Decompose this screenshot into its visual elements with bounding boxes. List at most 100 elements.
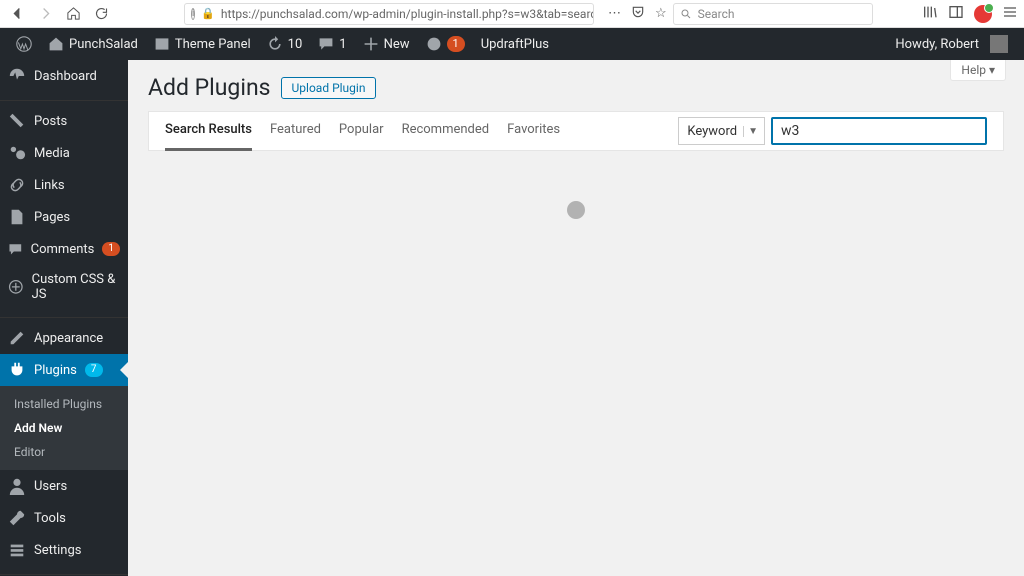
- plus-icon: [363, 36, 379, 52]
- sidebar-item-media[interactable]: Media: [0, 137, 128, 169]
- site-name[interactable]: PunchSalad: [40, 28, 146, 60]
- sidebar-item-label: Plugins: [34, 363, 77, 378]
- search-placeholder: Search: [698, 7, 735, 21]
- menu-separator: [0, 313, 128, 318]
- sidebar-item-label: Comments: [31, 242, 95, 257]
- sidebar-item-custom-css-js[interactable]: Custom CSS & JS: [0, 265, 128, 309]
- users-icon: [8, 477, 26, 495]
- reload-button[interactable]: [90, 3, 112, 25]
- avatar: [990, 35, 1008, 53]
- sidebar-item-comments[interactable]: Comments 1: [0, 233, 128, 265]
- sidebar-item-label: Links: [34, 178, 65, 193]
- sidebar-item-links[interactable]: Links: [0, 169, 128, 201]
- loading-spinner: [567, 201, 585, 219]
- sidebar-item-label: Custom CSS & JS: [32, 272, 120, 302]
- sidebar-item-label: Dashboard: [34, 69, 97, 84]
- pages-icon: [8, 208, 26, 226]
- forward-button[interactable]: [34, 3, 56, 25]
- sidebar-item-pages[interactable]: Pages: [0, 201, 128, 233]
- sidebar-item-dashboard[interactable]: Dashboard: [0, 60, 128, 92]
- comments[interactable]: 1: [310, 28, 354, 60]
- admin-sidebar: Dashboard Posts Media Links Pages Comments 1 Cu…: [0, 60, 128, 576]
- sidebar-item-tools[interactable]: Tools: [0, 502, 128, 534]
- sidebar-item-label: Appearance: [34, 331, 103, 346]
- new-content[interactable]: New: [355, 28, 418, 60]
- sidebar-icon[interactable]: [948, 4, 964, 24]
- posts-icon: [8, 112, 26, 130]
- back-button[interactable]: [6, 3, 28, 25]
- sidebar-item-label: Pages: [34, 210, 70, 225]
- tab-recommended[interactable]: Recommended: [402, 111, 490, 151]
- sidebar-badge: 7: [85, 363, 103, 377]
- updraft-label-item[interactable]: UpdraftPlus: [473, 28, 557, 60]
- submenu-item-editor[interactable]: Editor: [0, 440, 128, 464]
- howdy-text: Howdy, Robert: [895, 37, 979, 52]
- sidebar-item-posts[interactable]: Posts: [0, 105, 128, 137]
- menu-separator: [0, 96, 128, 101]
- menu-icon[interactable]: [1002, 4, 1018, 24]
- sidebar-item-users[interactable]: Users: [0, 470, 128, 502]
- info-icon: i: [191, 8, 195, 20]
- wp-admin-bar: PunchSalad Theme Panel 10 1 New 1 Updraf…: [0, 28, 1024, 60]
- sidebar-item-label: Tools: [34, 511, 66, 526]
- search-icon: [680, 8, 692, 20]
- search-type-select[interactable]: Keyword ▼: [678, 117, 765, 145]
- updraft-badge: 1: [447, 36, 465, 52]
- links-icon: [8, 176, 26, 194]
- page-title: Add Plugins: [148, 74, 271, 101]
- tools-icon: [8, 509, 26, 527]
- new-label: New: [384, 37, 410, 52]
- comments-count: 1: [339, 37, 346, 52]
- tab-featured[interactable]: Featured: [270, 111, 321, 151]
- tab-popular[interactable]: Popular: [339, 111, 384, 151]
- updraft[interactable]: 1: [418, 28, 473, 60]
- browser-toolbar: i 🔒 https://punchsalad.com/wp-admin/plug…: [0, 0, 1024, 28]
- tab-search-results[interactable]: Search Results: [165, 111, 252, 151]
- sidebar-badge: 1: [102, 242, 120, 256]
- updates[interactable]: 10: [259, 28, 311, 60]
- custom-css-js-icon: [8, 278, 24, 296]
- sidebar-item-label: Posts: [34, 114, 67, 129]
- address-bar[interactable]: i 🔒 https://punchsalad.com/wp-admin/plug…: [184, 3, 594, 25]
- more-icon[interactable]: ⋯: [608, 6, 621, 21]
- updates-icon: [267, 36, 283, 52]
- pocket-icon[interactable]: [631, 5, 645, 23]
- updates-count: 10: [288, 37, 303, 52]
- chevron-down-icon: ▼: [743, 126, 762, 137]
- sidebar-item-label: Media: [34, 146, 70, 161]
- theme-panel[interactable]: Theme Panel: [146, 28, 259, 60]
- url-text: https://punchsalad.com/wp-admin/plugin-i…: [221, 7, 594, 21]
- help-tab[interactable]: Help ▾: [950, 60, 1006, 81]
- submenu-item-installed-plugins[interactable]: Installed Plugins: [0, 392, 128, 416]
- plugins-icon: [8, 361, 26, 379]
- sidebar-item-plugins[interactable]: Plugins 7: [0, 354, 128, 386]
- sidebar-item-label: Users: [34, 479, 67, 494]
- appearance-icon: [8, 329, 26, 347]
- sidebar-item-appearance[interactable]: Appearance: [0, 322, 128, 354]
- tab-favorites[interactable]: Favorites: [507, 111, 560, 151]
- upload-plugin-button[interactable]: Upload Plugin: [281, 77, 377, 99]
- lock-icon: 🔒: [201, 7, 215, 20]
- browser-search[interactable]: Search: [673, 3, 873, 25]
- help-label: Help: [961, 63, 986, 77]
- submenu-item-add-new[interactable]: Add New: [0, 416, 128, 440]
- updraft-label: UpdraftPlus: [481, 37, 549, 52]
- extension-icon[interactable]: [974, 5, 992, 23]
- theme-panel-label: Theme Panel: [175, 37, 251, 52]
- comment-icon: [318, 36, 334, 52]
- star-icon[interactable]: ☆: [655, 6, 667, 21]
- library-icon[interactable]: [922, 4, 938, 24]
- settings-icon: [8, 541, 26, 559]
- content-area: Help ▾ Add Plugins Upload Plugin Search …: [128, 60, 1024, 576]
- sidebar-item-settings[interactable]: Settings: [0, 534, 128, 566]
- site-name-label: PunchSalad: [69, 37, 138, 52]
- menu-separator: [0, 570, 128, 575]
- filter-bar: Search Results Featured Popular Recommended…: [148, 111, 1004, 151]
- dashboard-icon: [8, 67, 26, 85]
- account[interactable]: Howdy, Robert: [887, 28, 1016, 60]
- sidebar-submenu: Installed PluginsAdd NewEditor: [0, 386, 128, 470]
- home-button[interactable]: [62, 3, 84, 25]
- home-icon: [48, 36, 64, 52]
- plugin-search-input[interactable]: [771, 117, 987, 145]
- wp-logo[interactable]: [8, 28, 40, 60]
